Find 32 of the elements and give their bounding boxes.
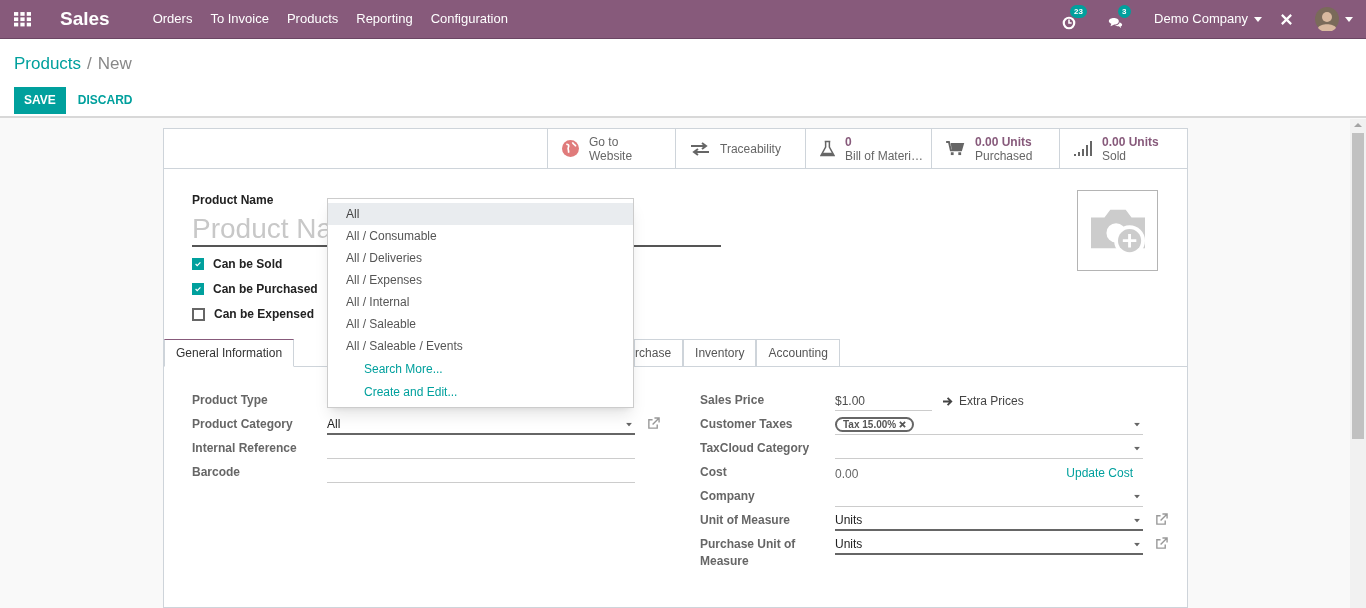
stat-label: Traceability xyxy=(720,141,781,156)
field-label: Product Type xyxy=(192,392,269,409)
field-label: Sales Price xyxy=(700,392,766,409)
field-value: 0.00 xyxy=(835,466,859,483)
field-label: TaxCloud Category xyxy=(700,440,811,457)
breadcrumb-current: New xyxy=(97,53,132,75)
company-name: Demo Company xyxy=(1154,10,1248,29)
stat-value: 0 xyxy=(845,134,853,149)
field-label: Cost xyxy=(700,464,728,481)
stat-label: Go to Website xyxy=(589,134,634,163)
stat-label: Purchased xyxy=(975,148,1033,163)
stat-value: 0.00 Units xyxy=(1102,134,1159,149)
field-label: Product Name xyxy=(192,192,275,209)
checkbox-label: Can be Purchased xyxy=(213,281,318,298)
field-label: Unit of Measure xyxy=(700,512,791,529)
breadcrumb-separator: / xyxy=(87,53,92,75)
count-badge: 3 xyxy=(1118,5,1131,18)
field-value: All xyxy=(327,416,341,433)
field-value: Units xyxy=(835,536,863,553)
count-badge: 23 xyxy=(1070,5,1087,18)
field-label: Internal Reference xyxy=(192,440,298,457)
field-label: Customer Taxes xyxy=(700,416,794,433)
checkbox-label: Can be Expensed xyxy=(214,306,315,323)
checkbox-label: Can be Sold xyxy=(213,256,283,273)
stat-label: Bill of Materi… xyxy=(845,148,924,163)
field-value: Units xyxy=(835,512,863,529)
field-label: Barcode xyxy=(192,464,242,481)
field-label: Company xyxy=(700,488,756,505)
stat-value: 0.00 Units xyxy=(975,134,1033,149)
stat-label: Sold xyxy=(1102,148,1128,163)
field-label: Product Category xyxy=(192,416,294,433)
field-label: Purchase Unit of Measure xyxy=(700,536,797,570)
